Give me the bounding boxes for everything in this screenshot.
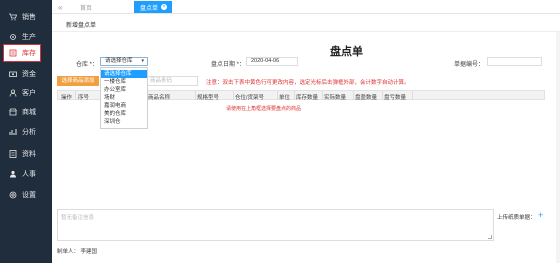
warehouse-select-value: 请选择仓库 xyxy=(105,58,133,64)
list-icon xyxy=(8,150,17,159)
th-actual-qty: 实际数量 xyxy=(324,95,347,101)
page-subtitle: 新增盘点单 xyxy=(66,23,97,29)
nav-item-mall[interactable]: 商城 xyxy=(0,101,52,123)
nav-label-inventory: 库存 xyxy=(22,50,36,57)
warehouse-select[interactable]: 请选择仓库 ▾ xyxy=(100,57,148,66)
column-divider xyxy=(75,91,76,100)
th-product-name: 商品名称 xyxy=(148,95,171,101)
column-divider xyxy=(382,91,383,100)
top-tab-bar: « 首页 盘点单 × xyxy=(52,0,560,14)
nav-item-inventory[interactable]: 库存 xyxy=(3,44,41,62)
remark-textarea[interactable]: 暂无备注信息 xyxy=(57,209,494,241)
nav-label-hr: 人事 xyxy=(22,171,36,178)
nav-label-settings: 设置 xyxy=(22,192,36,199)
th-index: 序号 xyxy=(78,95,90,101)
empty-table-tip: 请使用在上角框选择要盘点的商品 xyxy=(226,106,302,112)
money-icon xyxy=(8,70,17,79)
nav-label-funds: 资金 xyxy=(22,71,36,78)
page-title: 盘点单 xyxy=(330,46,363,58)
add-products-button[interactable]: 选择商品添加 xyxy=(57,76,99,86)
maker-value: 李建国 xyxy=(80,249,98,255)
tab-inventory-count[interactable]: 盘点单 × xyxy=(134,1,172,13)
nav-item-hr[interactable]: 人事 xyxy=(0,163,52,185)
th-spec: 规格型号 xyxy=(197,95,220,101)
dropdown-option[interactable]: 嘉润电商 xyxy=(101,102,147,110)
th-loss-qty: 盘亏数量 xyxy=(384,95,407,101)
caret-down-icon: ▾ xyxy=(141,58,144,64)
nav-item-settings[interactable]: 设置 xyxy=(0,184,52,206)
column-divider xyxy=(294,91,295,100)
chart-icon xyxy=(8,128,17,137)
dropdown-option[interactable]: 美的仓库 xyxy=(101,110,147,118)
resize-handle-icon[interactable] xyxy=(488,235,492,239)
page-header: 新增盘点单 xyxy=(52,14,560,32)
nav-label-production: 生产 xyxy=(22,34,36,41)
nav-label-data: 资料 xyxy=(22,151,36,158)
th-unit: 单位 xyxy=(279,95,291,101)
nav-label-sales: 销售 xyxy=(22,14,36,21)
remark-placeholder: 暂无备注信息 xyxy=(61,215,95,221)
column-divider xyxy=(322,91,323,100)
tab-home[interactable]: 首页 xyxy=(80,1,92,13)
bill-number-input[interactable] xyxy=(487,57,542,66)
gear-icon xyxy=(8,33,17,42)
th-shelf: 仓位/货架号 xyxy=(235,95,265,101)
column-divider xyxy=(195,91,196,100)
tab-inventory-count-label: 盘点单 xyxy=(140,5,159,12)
dropdown-option[interactable]: 一楼仓库 xyxy=(101,78,147,86)
barcode-input[interactable]: 商品条码 xyxy=(146,76,198,86)
notice-text: 注意：双击下表中黄色行可更改内容，选定光标后击弹框外部，会计数字自动计算。 xyxy=(206,80,410,86)
nav-label-customers: 客户 xyxy=(22,90,36,97)
cart-icon xyxy=(8,13,17,22)
nav-item-data[interactable]: 资料 xyxy=(0,143,52,165)
upload-plus-icon[interactable]: + xyxy=(538,210,543,220)
collapse-icon[interactable]: « xyxy=(58,1,62,13)
nav-item-sales[interactable]: 销售 xyxy=(0,6,52,28)
column-divider xyxy=(412,91,413,100)
nav-item-analysis[interactable]: 分析 xyxy=(0,121,52,143)
warehouse-dropdown: 请选择仓库 一楼仓库 办公室库 场财 嘉润电商 美的仓库 深圳仓 xyxy=(100,67,148,129)
warehouse-label: 仓库 *： xyxy=(76,62,99,68)
th-action: 操作 xyxy=(61,95,73,101)
column-divider xyxy=(277,91,278,100)
dropdown-option[interactable]: 场财 xyxy=(101,94,147,102)
count-date-input[interactable]: 2020-04-06 xyxy=(246,57,298,66)
settings-icon xyxy=(8,191,17,200)
person-icon xyxy=(8,170,17,179)
dropdown-option[interactable]: 深圳仓 xyxy=(101,118,147,126)
dropdown-option[interactable]: 请选择仓库 xyxy=(101,70,147,78)
upload-label: 上传纸质单据： xyxy=(497,215,536,221)
shop-icon xyxy=(8,108,17,117)
sidebar: 销售 生产 库存 资金 客户 商城 分析 资料 人事 设置 xyxy=(0,0,52,263)
inventory-icon xyxy=(8,49,17,58)
maker-info: 制单人： 李建国 xyxy=(57,247,97,255)
th-stock-qty: 库存数量 xyxy=(296,95,319,101)
maker-label: 制单人： xyxy=(57,249,80,255)
column-divider xyxy=(353,91,354,100)
column-divider xyxy=(233,91,234,100)
th-surplus-qty: 盘盈数量 xyxy=(355,95,378,101)
scrollbar[interactable] xyxy=(556,32,560,263)
user-icon xyxy=(8,89,17,98)
dropdown-option[interactable]: 办公室库 xyxy=(101,86,147,94)
nav-label-mall: 商城 xyxy=(22,109,36,116)
count-date-label: 盘点日期 *： xyxy=(211,62,246,68)
bill-number-label: 单据编号： xyxy=(454,62,485,68)
nav-label-analysis: 分析 xyxy=(22,129,36,136)
close-icon[interactable]: × xyxy=(161,4,168,10)
